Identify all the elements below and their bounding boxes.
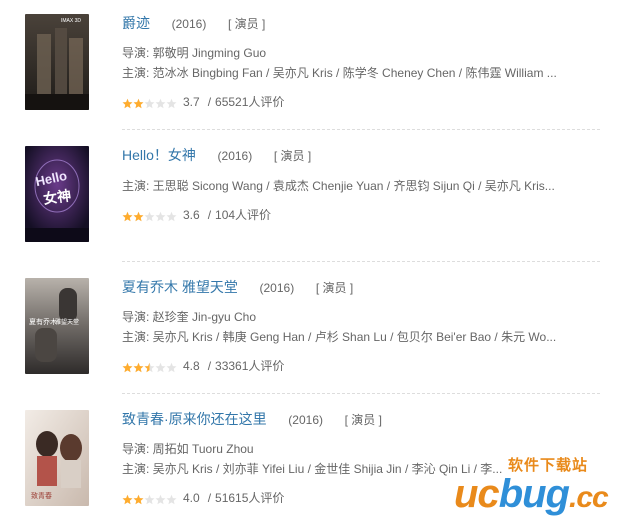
- star-empty-icon: [155, 211, 166, 221]
- title-line: 爵迹 (2016) [ 演员 ]: [122, 14, 265, 33]
- rating-votes: 51615人评价: [215, 491, 285, 505]
- movie-role: [ 演员 ]: [344, 413, 382, 427]
- svg-text:致青春: 致青春: [31, 491, 52, 500]
- svg-text:夏有乔木: 夏有乔木: [29, 317, 57, 326]
- cast-line: 主演: 吴亦凡 Kris / 韩庚 Geng Han / 卢杉 Shan Lu …: [122, 330, 557, 344]
- movie-item: 夏有乔木 雅望天堂 夏有乔木 雅望天堂 (2016) [ 演员 ] 导演: 赵珍…: [0, 264, 600, 374]
- title-line: 致青春·原来你还在这里 (2016) [ 演员 ]: [122, 410, 382, 429]
- movie-poster[interactable]: Hello 女神: [25, 146, 89, 242]
- rating-votes: 33361人评价: [215, 359, 285, 373]
- movie-list-page: IMAX 3D 爵迹 (2016) [ 演员 ] 导演: 郭敬明 Jingmin…: [0, 0, 640, 528]
- poster-image: 夏有乔木 雅望天堂: [25, 278, 89, 374]
- stars-svg: [122, 98, 177, 108]
- rating-score: 4.8: [183, 359, 200, 373]
- cast-line: 主演: 范冰冰 Bingbing Fan / 吴亦凡 Kris / 陈学冬 Ch…: [122, 66, 557, 80]
- rating-stars-icon: [122, 210, 177, 221]
- star-filled-icon: [133, 494, 144, 504]
- movie-year: (2016): [171, 17, 207, 31]
- star-filled-icon: [122, 494, 133, 504]
- movie-title-link[interactable]: 爵迹: [122, 15, 150, 31]
- movie-year: (2016): [288, 413, 323, 427]
- movie-item: Hello 女神 Hello！女神 (2016) [ 演员 ] 主演: 王思聪 …: [0, 132, 600, 242]
- movie-title-link[interactable]: 夏有乔木 雅望天堂: [122, 279, 238, 295]
- rating-score: 3.6: [183, 208, 200, 222]
- cast-line: 主演: 吴亦凡 Kris / 刘亦菲 Yifei Liu / 金世佳 Shiji…: [122, 462, 503, 476]
- rating-line: 4.8 / 33361人评价: [122, 358, 284, 374]
- star-filled-icon: [122, 98, 133, 108]
- poster-image: Hello 女神: [25, 146, 89, 242]
- rating-score: 4.0: [183, 491, 200, 505]
- separator: /: [207, 359, 212, 373]
- star-empty-icon: [144, 494, 155, 504]
- watermark-bug: bug: [498, 472, 570, 516]
- title-line: Hello！女神 (2016) [ 演员 ]: [122, 146, 311, 165]
- separator: /: [207, 491, 212, 505]
- star-empty-icon: [155, 362, 166, 372]
- separator: /: [207, 208, 212, 222]
- rating-votes: 104人评价: [215, 208, 272, 222]
- title-line: 夏有乔木 雅望天堂 (2016) [ 演员 ]: [122, 278, 353, 297]
- movie-year: (2016): [217, 149, 253, 163]
- movie-year: (2016): [259, 281, 295, 295]
- divider: [122, 129, 600, 130]
- movie-poster[interactable]: 夏有乔木 雅望天堂: [25, 278, 89, 374]
- star-empty-icon: [155, 98, 166, 108]
- divider: [122, 393, 600, 394]
- rating-stars-icon: [122, 97, 177, 108]
- star-empty-icon: [166, 494, 177, 504]
- star-empty-icon: [155, 494, 166, 504]
- movie-item: IMAX 3D 爵迹 (2016) [ 演员 ] 导演: 郭敬明 Jingmin…: [0, 0, 600, 110]
- rating-stars-icon: [122, 361, 177, 372]
- star-empty-icon: [166, 211, 177, 221]
- director-line: 导演: 周拓如 Tuoru Zhou: [122, 442, 254, 456]
- cast-line: 主演: 王思聪 Sicong Wang / 袁成杰 Chenjie Yuan /…: [122, 179, 555, 193]
- rating-line: 3.7 / 65521人评价: [122, 94, 284, 110]
- star-empty-icon: [144, 98, 155, 108]
- star-filled-icon: [133, 98, 144, 108]
- poster-label: IMAX 3D: [61, 18, 81, 24]
- divider: [122, 261, 600, 262]
- svg-text:雅望天堂: 雅望天堂: [55, 318, 79, 326]
- site-watermark-logo: 软件下载站 ucbug.cc: [448, 446, 640, 528]
- stars-svg: [122, 494, 177, 504]
- star-filled-icon: [122, 211, 133, 221]
- rating-score: 3.7: [183, 95, 200, 109]
- star-empty-icon: [166, 362, 177, 372]
- rating-stars-icon: [122, 493, 177, 504]
- director-line: 导演: 郭敬明 Jingming Guo: [122, 46, 267, 60]
- poster-image: 致青春: [25, 410, 89, 506]
- star-empty-icon: [144, 211, 155, 221]
- stars-svg: [122, 362, 177, 372]
- stars-svg: [122, 211, 177, 221]
- movie-title-link[interactable]: 致青春·原来你还在这里: [122, 411, 267, 427]
- poster-image: IMAX 3D: [25, 14, 89, 110]
- watermark-cc: .cc: [569, 481, 609, 514]
- movie-title-link[interactable]: Hello！女神: [122, 147, 196, 163]
- star-filled-icon: [133, 362, 144, 372]
- rating-line: 4.0 / 51615人评价: [122, 490, 284, 506]
- watermark-logo-text: ucbug.cc: [454, 472, 609, 520]
- rating-line: 3.6 / 104人评价: [122, 207, 271, 223]
- movie-role: [ 演员 ]: [227, 17, 266, 31]
- star-empty-icon: [166, 98, 177, 108]
- separator: /: [207, 95, 212, 109]
- watermark-uc: uc: [454, 472, 500, 516]
- rating-votes: 65521人评价: [215, 95, 285, 109]
- movie-role: [ 演员 ]: [315, 281, 354, 295]
- movie-poster[interactable]: IMAX 3D: [25, 14, 89, 110]
- movie-poster[interactable]: 致青春: [25, 410, 89, 506]
- movie-role: [ 演员 ]: [273, 149, 312, 163]
- director-line: 导演: 赵珍奎 Jin-gyu Cho: [122, 310, 257, 324]
- star-filled-icon: [133, 211, 144, 221]
- star-filled-icon: [122, 362, 133, 372]
